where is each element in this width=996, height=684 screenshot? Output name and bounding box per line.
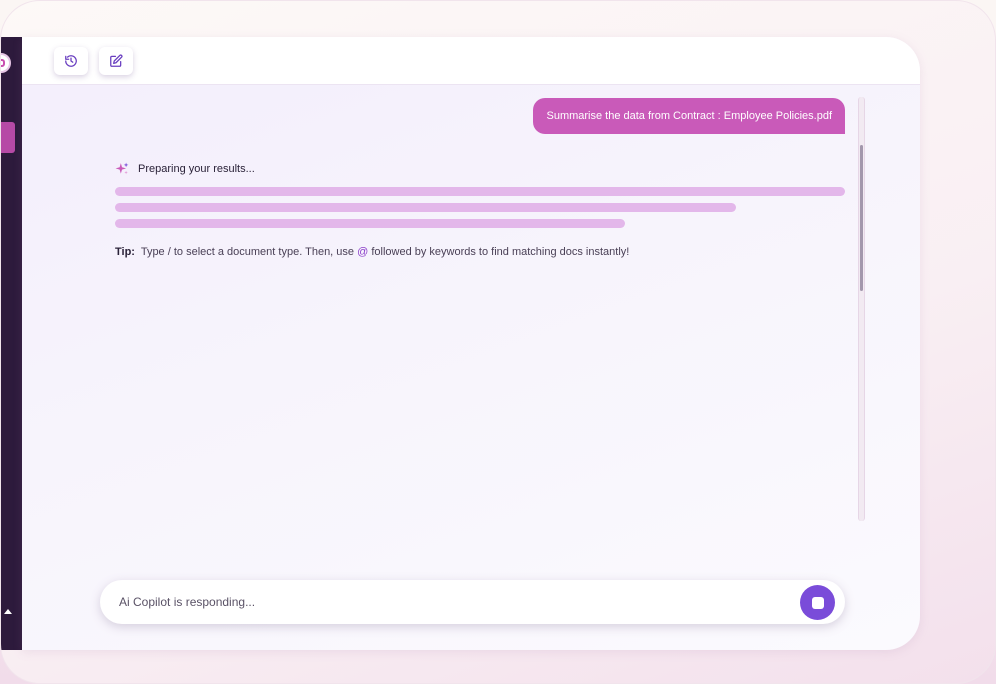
history-icon (65, 55, 77, 67)
tip-at-symbol: @ (357, 246, 369, 258)
tip-text: Tip: Type / to select a document type. T… (115, 246, 629, 258)
caret-up-icon[interactable] (4, 609, 12, 614)
new-chat-button[interactable] (99, 47, 133, 75)
loading-skeleton-line (115, 203, 736, 212)
user-message-bubble: Summarise the data from Contract : Emplo… (533, 98, 845, 134)
sidebar-item-active[interactable] (1, 122, 15, 153)
stop-button[interactable] (800, 585, 835, 620)
sparkle-icon (115, 162, 129, 175)
message-composer: Ai Copilot is responding... (100, 580, 845, 624)
tip-text-before: Type / to select a document type. Then, … (140, 246, 355, 258)
message-input[interactable]: Ai Copilot is responding... (119, 593, 779, 611)
chat-panel: Summarise the data from Contract : Emplo… (22, 37, 920, 650)
logo-icon[interactable] (1, 53, 11, 73)
sidebar (1, 37, 22, 650)
history-button[interactable] (54, 47, 88, 75)
edit-icon (110, 54, 123, 67)
status-text: Preparing your results... (138, 163, 255, 175)
stop-icon (811, 596, 824, 609)
scrollbar[interactable] (858, 97, 865, 521)
loading-skeleton-line (115, 219, 625, 228)
tip-label: Tip: (115, 246, 135, 258)
scrollbar-thumb[interactable] (860, 145, 863, 291)
app-frame: Summarise the data from Contract : Emplo… (0, 0, 996, 684)
tip-text-after: followed by keywords to find matching do… (371, 246, 630, 258)
chat-toolbar (22, 37, 920, 85)
loading-skeleton-line (115, 187, 845, 196)
assistant-status: Preparing your results... (115, 161, 255, 177)
